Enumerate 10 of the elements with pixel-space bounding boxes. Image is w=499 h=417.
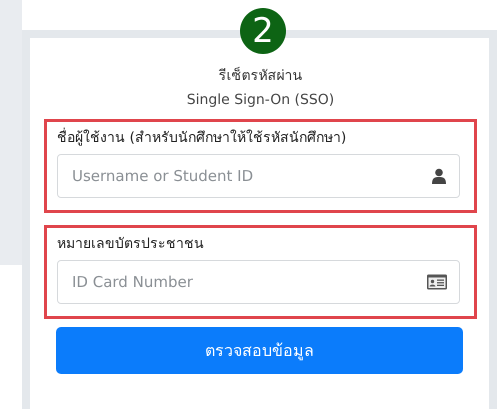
- id-card-icon: [427, 274, 447, 290]
- user-icon: [431, 168, 447, 184]
- field-label: หมายเลขบัตรประชาชน: [57, 235, 205, 254]
- field-label: ชื่อผู้ใช้งาน (สำหรับนักศึกษาให้ใช้รหัสนักศึกษา): [57, 126, 460, 148]
- input-field[interactable]: ID Card Number: [57, 260, 460, 304]
- card-subtitle: Single Sign-On (SSO): [186, 92, 334, 108]
- step-badge: 2: [240, 8, 286, 54]
- input-field[interactable]: Username or Student ID: [57, 154, 460, 198]
- check-button[interactable]: ตรวจสอบข้อมูล: [56, 327, 463, 374]
- card-title: รีเซ็ตรหัสผ่าน: [218, 66, 302, 86]
